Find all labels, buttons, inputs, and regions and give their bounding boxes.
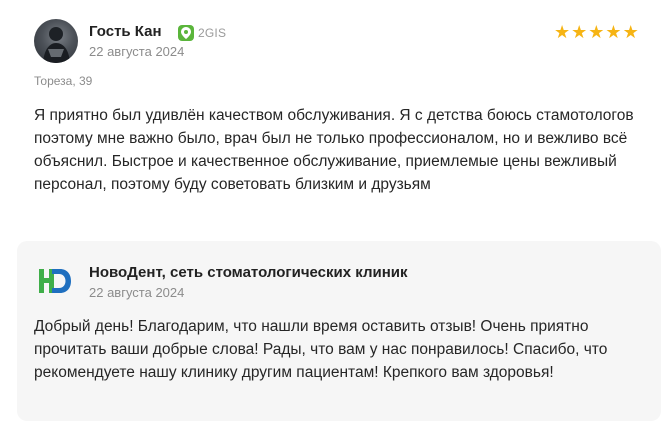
reply-text: Добрый день! Благодарим, что нашли время… xyxy=(34,318,608,381)
star-icon: ★ xyxy=(605,22,622,42)
novodent-logo xyxy=(38,266,72,296)
review-author[interactable]: Гость Кан xyxy=(89,23,162,40)
reply-author[interactable]: НовоДент, сеть стоматологических клиник xyxy=(89,264,408,281)
avatar[interactable] xyxy=(34,19,78,63)
star-icon: ★ xyxy=(622,22,639,42)
source-label: 2GIS xyxy=(198,26,227,40)
star-icon: ★ xyxy=(588,22,605,42)
star-icon: ★ xyxy=(571,22,588,42)
rating-stars: ★ ★ ★ ★ ★ xyxy=(554,23,639,41)
reply-date: 22 августа 2024 xyxy=(89,285,185,300)
review-date: 22 августа 2024 xyxy=(89,44,185,59)
2gis-pin-icon xyxy=(178,25,194,41)
branch-address: Тореза, 39 xyxy=(34,74,93,88)
star-icon: ★ xyxy=(554,22,571,42)
review-source: 2GIS xyxy=(178,25,226,41)
review-text: Я приятно был удивлён качеством обслужив… xyxy=(34,107,634,193)
